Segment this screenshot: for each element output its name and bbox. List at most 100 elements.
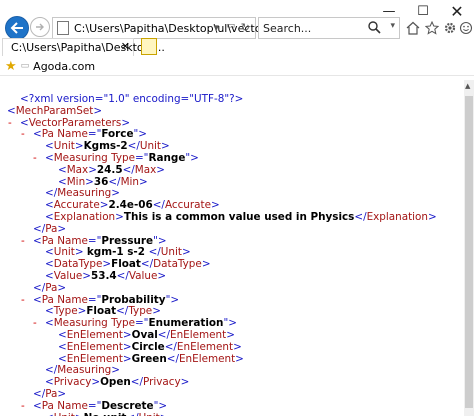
back-button[interactable] (5, 16, 29, 40)
settings-button[interactable] (442, 20, 458, 36)
xml-token: < (33, 293, 42, 306)
xml-token: < (45, 140, 54, 153)
favorites-star-icon[interactable]: ★ (5, 59, 17, 74)
xml-token: Type (111, 317, 135, 330)
scrollbar-thumb[interactable] (465, 96, 473, 408)
xml-token: Range (148, 152, 186, 164)
xml-token: > (75, 412, 84, 416)
xml-token: Max (134, 163, 157, 176)
compat-icon[interactable]: ▭ (226, 21, 235, 31)
collapse-toggle[interactable]: - (21, 400, 25, 413)
tab-vector-xml[interactable]: C:\Users\Papitha\Desktop\... ✕ (2, 38, 165, 56)
xml-token: > (115, 211, 124, 223)
xml-token: This is a common value used in Physics (123, 211, 355, 223)
xml-token: Unit (160, 246, 182, 259)
xml-token: EnElement (66, 329, 123, 341)
xml-token: < (45, 199, 54, 212)
xml-token: "> (133, 128, 148, 141)
xml-token: </ (122, 163, 135, 176)
refresh-icon[interactable]: ↻ (241, 21, 250, 34)
xml-token: </ (116, 270, 129, 282)
xml-token: Pa (41, 399, 58, 412)
page-icon (57, 21, 69, 35)
xml-token: > (77, 305, 87, 318)
collapse-toggle[interactable]: - (33, 152, 37, 165)
collapse-toggle[interactable]: - (21, 294, 25, 307)
tab-bar: C:\Users\Papitha\Desktop\... ✕ (0, 38, 474, 56)
xml-token: > (122, 352, 132, 365)
xml-token: Min (66, 175, 86, 188)
xml-token: > (235, 352, 244, 365)
search-dropdown-icon[interactable]: ▾ (390, 21, 395, 31)
xml-token: </ (45, 364, 58, 377)
xml-token: Pa (45, 281, 58, 294)
xml-token: < (20, 116, 29, 129)
xml-token: DataType (153, 258, 202, 271)
xml-token: Unit (53, 246, 75, 259)
xml-token: </ (108, 175, 121, 188)
collapse-toggle[interactable]: - (33, 317, 37, 330)
xml-token: </ (116, 305, 129, 318)
search-placeholder[interactable]: Search... (263, 22, 311, 35)
search-box[interactable]: Search... ▾ (258, 17, 400, 39)
xml-token: > (181, 246, 191, 259)
collapse-toggle[interactable]: - (21, 128, 25, 141)
xml-token: Measuring (57, 364, 112, 377)
xml-token: </ (127, 140, 140, 153)
xml-token: EnElement (178, 352, 236, 365)
xml-token: < (58, 329, 67, 341)
xml-token: > (85, 175, 94, 188)
xml-token: > (139, 175, 148, 188)
scroll-up-icon[interactable]: ▲ (465, 82, 470, 90)
address-bar[interactable]: C:\Users\Papitha\Desktop\ul\vector.xml ▾… (52, 17, 289, 39)
xml-token: Float (86, 305, 117, 318)
xml-token: Descrete (101, 399, 154, 412)
xml-token: 53.4 (90, 270, 117, 282)
favorite-link-agoda[interactable]: Agoda.com (33, 60, 95, 73)
xml-token: Unit (54, 412, 75, 416)
xml-token: Pa (41, 293, 58, 306)
xml-token: Value (128, 270, 158, 282)
xml-token: =" (134, 152, 149, 164)
xml-line-content: <Unit>No unit</Unit> (45, 412, 168, 416)
new-tab-icon[interactable] (141, 38, 157, 55)
xml-token: > (157, 270, 167, 282)
xml-token: > (226, 329, 235, 341)
home-button[interactable] (405, 20, 421, 36)
xml-token: > (57, 281, 67, 294)
xml-token: Type (53, 305, 78, 318)
xml-token: VectorParameters (28, 116, 122, 129)
xml-token: Value (53, 270, 83, 282)
search-icon[interactable] (367, 20, 381, 34)
collapse-toggle[interactable]: - (8, 117, 12, 130)
feedback-button[interactable] (458, 20, 474, 36)
tab-close-icon[interactable]: ✕ (121, 40, 130, 53)
search-dropdown-icon[interactable]: ▾ (213, 21, 219, 34)
xml-token: < (58, 352, 67, 365)
xml-token: </ (130, 376, 143, 389)
xml-token: EnElement (66, 352, 123, 365)
xml-token: Force (101, 128, 134, 141)
xml-token: EnElement (170, 329, 227, 341)
xml-token: Explanation (366, 211, 428, 223)
xml-token: > (57, 222, 67, 235)
xml-token: < (58, 163, 67, 176)
xml-token: > (210, 199, 220, 212)
address-url[interactable]: C:\Users\Papitha\Desktop\ul\vector.xml (74, 22, 289, 35)
link-separator-icon: ▭ (20, 61, 30, 71)
xml-token: =" (134, 317, 149, 330)
xml-token: > (93, 104, 103, 117)
xml-token: EnElement (66, 340, 123, 353)
favorites-button[interactable] (424, 20, 440, 36)
xml-token: "> (153, 234, 167, 247)
xml-token: Enumeration (148, 317, 224, 330)
xml-token: > (180, 376, 190, 389)
collapse-toggle[interactable]: - (21, 235, 25, 248)
xml-token: =" (87, 234, 102, 247)
xml-token: Probability (101, 293, 166, 306)
forward-button[interactable] (30, 17, 50, 37)
xml-token: > (111, 364, 121, 377)
xml-token: Pressure (101, 234, 154, 247)
vertical-scrollbar[interactable]: ▲ (464, 80, 474, 416)
xml-token: </ (33, 222, 46, 235)
